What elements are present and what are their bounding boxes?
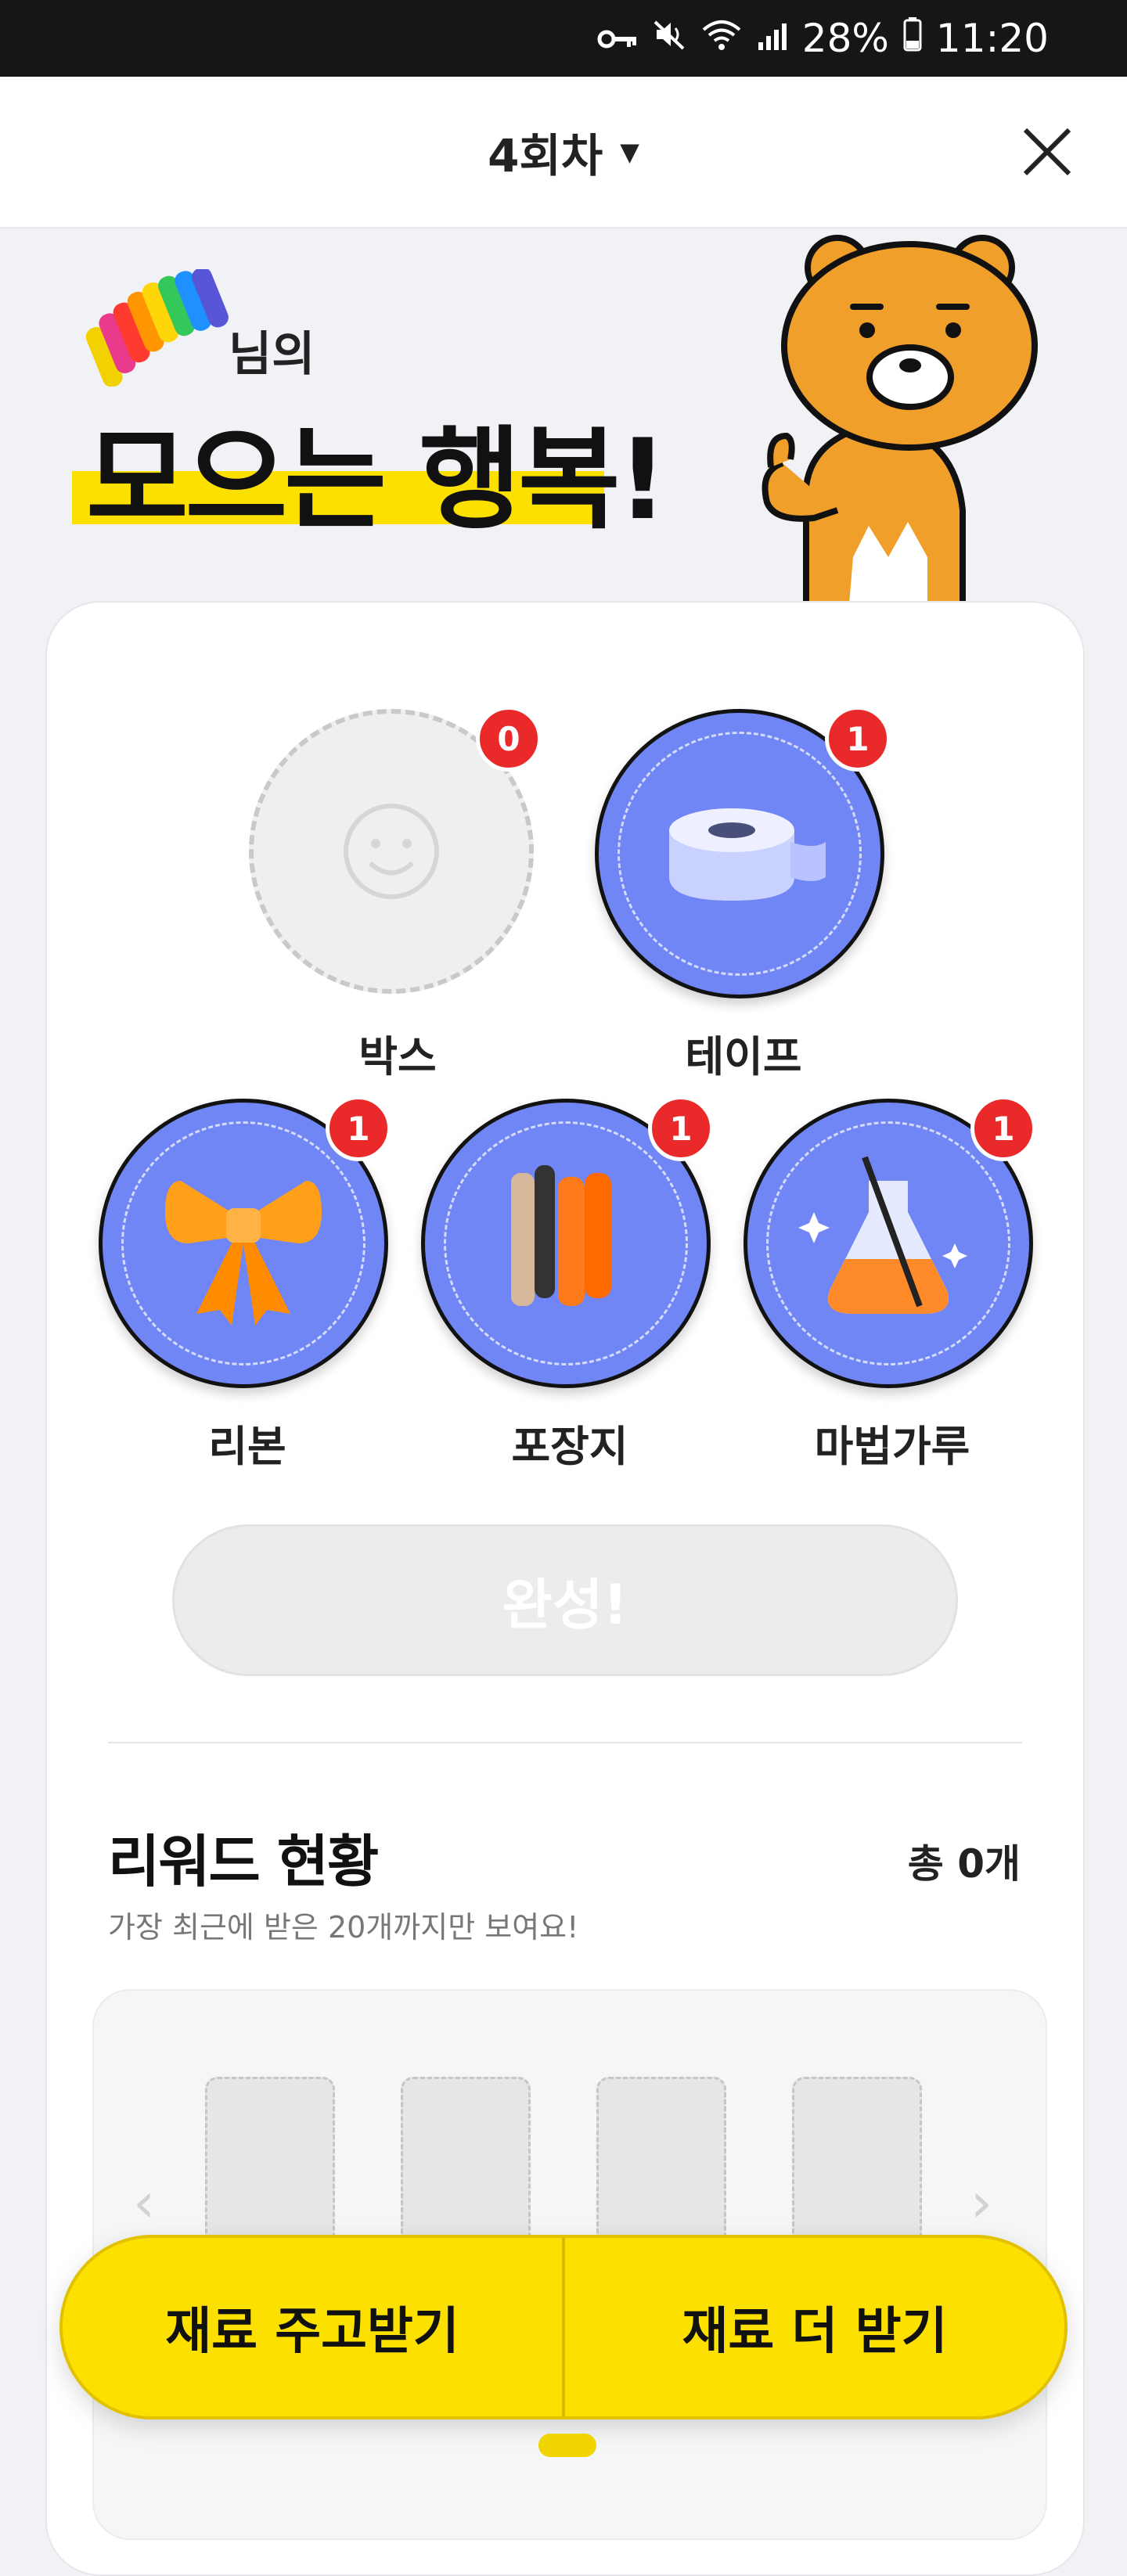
close-button[interactable] bbox=[1016, 121, 1078, 183]
reward-subtitle: 가장 최근에 받은 20개까지만 보여요! bbox=[108, 1910, 579, 1945]
chevron-left-icon[interactable]: ‹ bbox=[133, 2171, 155, 2235]
reward-title: 리워드 현황 bbox=[108, 1829, 379, 1894]
status-icons: 28% 11:20 bbox=[597, 0, 1049, 77]
banner-title: 모으는 행복! bbox=[86, 416, 668, 545]
chevron-right-icon[interactable]: › bbox=[970, 2171, 992, 2235]
ribbon-icon bbox=[165, 1181, 322, 1326]
wrapping-paper-icon bbox=[511, 1165, 611, 1306]
material-label: 리본 bbox=[208, 1422, 286, 1471]
material-label: 박스 bbox=[358, 1032, 437, 1081]
tape-icon bbox=[669, 808, 826, 901]
divider bbox=[108, 1742, 1022, 1743]
count-badge: 1 bbox=[648, 1096, 714, 1161]
clock: 11:20 bbox=[935, 16, 1049, 61]
battery-icon bbox=[903, 16, 922, 61]
reward-total: 총 0개 bbox=[907, 1841, 1021, 1887]
battery-percent: 28% bbox=[801, 16, 889, 61]
count-badge: 1 bbox=[326, 1096, 391, 1161]
flask-icon bbox=[798, 1156, 967, 1314]
material-label: 테이프 bbox=[685, 1032, 802, 1081]
round-selector[interactable]: 4회차 ▼ bbox=[0, 77, 1127, 227]
complete-button[interactable]: 완성! bbox=[172, 1524, 958, 1676]
header: 4회차 ▼ bbox=[0, 77, 1127, 228]
wifi-icon bbox=[700, 16, 743, 61]
exchange-materials-button[interactable]: 재료 주고받기 bbox=[63, 2238, 562, 2416]
status-bar: 28% 11:20 bbox=[0, 0, 1127, 77]
material-label: 마법가루 bbox=[814, 1422, 970, 1471]
hero-banner: 님의 모으는 행복! bbox=[0, 228, 1127, 604]
signal-icon bbox=[757, 16, 788, 61]
count-badge: 0 bbox=[476, 706, 542, 772]
round-title[interactable]: 4회차 bbox=[488, 119, 603, 185]
mute-icon bbox=[652, 16, 686, 61]
material-wrapping-paper[interactable]: 1 포장지 bbox=[421, 1096, 718, 1471]
caret-down-icon[interactable]: ▼ bbox=[620, 137, 639, 167]
material-tape[interactable]: 1 테이프 bbox=[595, 706, 892, 1081]
material-label: 포장지 bbox=[511, 1422, 628, 1471]
get-more-materials-button[interactable]: 재료 더 받기 bbox=[565, 2238, 1064, 2416]
key-icon bbox=[597, 16, 638, 61]
action-bar: 재료 주고받기 재료 더 받기 bbox=[59, 2235, 1068, 2419]
material-magic-powder[interactable]: 1 마법가루 bbox=[744, 1096, 1041, 1471]
material-ribbon[interactable]: 1 리본 bbox=[99, 1096, 396, 1471]
bottom-handle[interactable] bbox=[538, 2434, 596, 2457]
ryan-mascot-icon bbox=[762, 235, 1038, 604]
count-badge: 1 bbox=[970, 1096, 1036, 1161]
smile-placeholder-icon bbox=[344, 804, 439, 899]
nickname-suffix: 님의 bbox=[229, 327, 315, 382]
material-box[interactable]: 0 박스 bbox=[249, 706, 546, 1081]
close-icon[interactable] bbox=[1016, 121, 1078, 183]
count-badge: 1 bbox=[825, 706, 891, 772]
